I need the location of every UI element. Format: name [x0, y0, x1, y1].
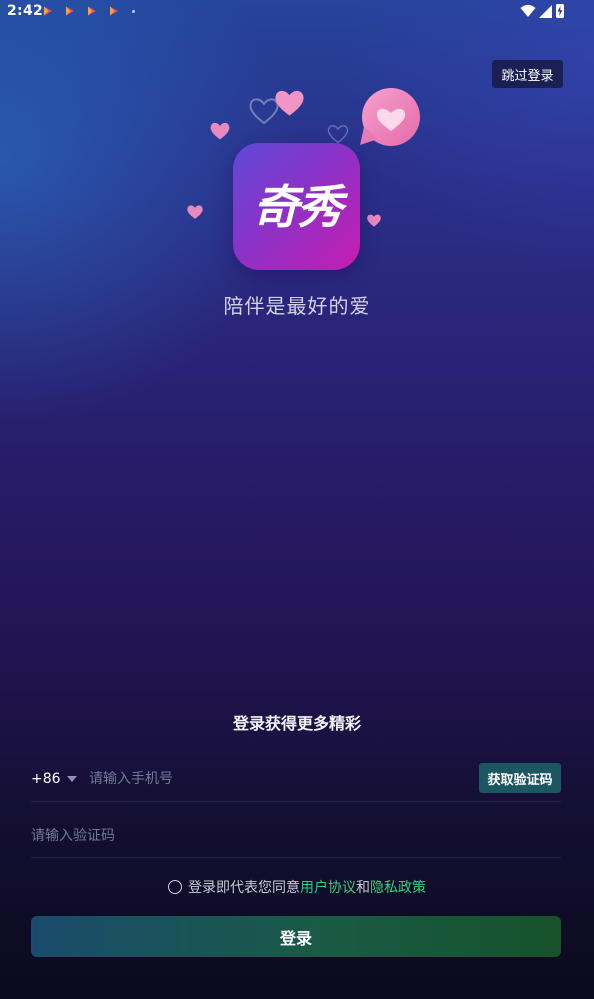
play-store-icon: [66, 6, 74, 16]
logo-lettering: 奇秀: [253, 180, 351, 234]
get-code-button[interactable]: 获取验证码: [479, 763, 561, 793]
code-row: [31, 816, 561, 858]
heart-icon: [367, 214, 381, 227]
login-heading: 登录获得更多精彩: [232, 714, 361, 733]
agreement-row: 登录即代表您同意用户协议和隐私政策: [0, 877, 594, 897]
status-time: 2:42: [7, 3, 44, 19]
skip-login-button[interactable]: 跳过登录: [492, 60, 563, 88]
agreement-and: 和: [356, 880, 370, 896]
status-bar: 2:42: [0, 0, 594, 24]
user-agreement-link[interactable]: 用户协议: [300, 880, 356, 896]
agreement-radio[interactable]: [168, 880, 182, 894]
battery-charging-icon: [556, 4, 564, 18]
play-store-icon: [88, 6, 96, 16]
country-code-selector[interactable]: +86: [31, 771, 61, 787]
more-notifications-dot-icon: [132, 10, 135, 13]
wifi-icon: [520, 4, 536, 17]
agreement-prefix: 登录即代表您同意: [188, 880, 300, 896]
play-store-icon: [44, 6, 52, 16]
heart-icon: [210, 122, 230, 140]
login-button[interactable]: 登录: [31, 916, 561, 957]
phone-input[interactable]: [89, 767, 449, 791]
chevron-down-icon[interactable]: [67, 776, 77, 782]
privacy-policy-link[interactable]: 隐私政策: [370, 880, 426, 896]
play-store-icon: [110, 6, 118, 16]
tagline: 陪伴是最好的爱: [223, 294, 371, 318]
phone-row: +86 获取验证码: [31, 761, 561, 802]
heart-icon: [187, 205, 203, 219]
app-logo: 奇秀: [233, 143, 360, 270]
svg-text:奇秀: 奇秀: [253, 180, 349, 234]
verification-code-input[interactable]: [31, 824, 531, 848]
system-icons: [520, 4, 568, 18]
heart-icon: [275, 90, 304, 116]
heart-outline-icon: [327, 125, 349, 144]
heart-chat-bubble-icon: [360, 88, 420, 146]
logo-area: 奇秀: [180, 85, 430, 285]
signal-icon: [539, 5, 552, 18]
